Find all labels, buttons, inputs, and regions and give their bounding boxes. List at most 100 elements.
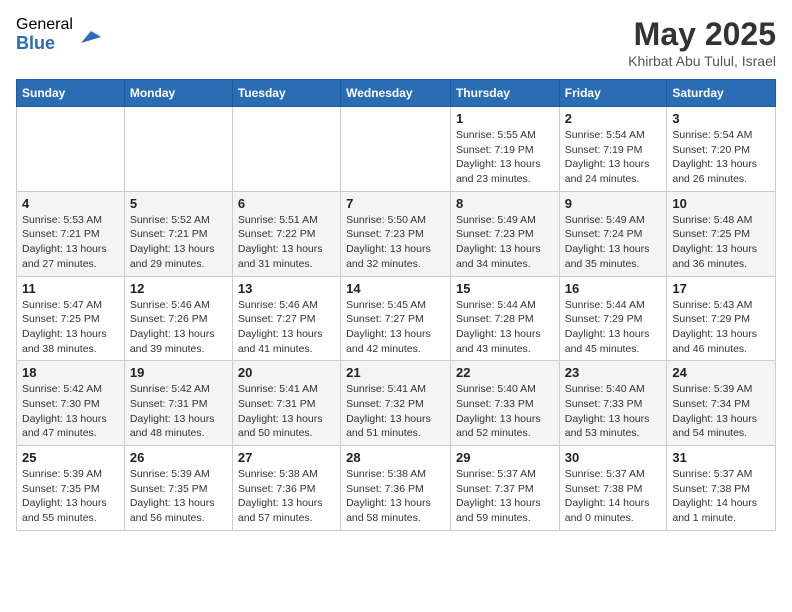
day-number: 8 — [456, 196, 554, 211]
day-number: 28 — [346, 450, 445, 465]
day-number: 15 — [456, 281, 554, 296]
calendar-cell: 10Sunrise: 5:48 AM Sunset: 7:25 PM Dayli… — [667, 191, 776, 276]
day-number: 25 — [22, 450, 119, 465]
day-number: 23 — [565, 365, 662, 380]
day-number: 13 — [238, 281, 335, 296]
calendar-cell: 23 Sunrise: 5:40 AM Sunset: 7:33 PM Dayli… — [559, 361, 667, 446]
calendar-week-row: 11 Sunrise: 5:47 AM Sunset: 7:25 PM Dayli… — [17, 276, 776, 361]
calendar-cell: 7 Sunrise: 5:50 AM Sunset: 7:23 PM Daylig… — [341, 191, 451, 276]
cell-content: Sunrise: 5:39 AM Sunset: 7:35 PM Dayligh… — [130, 467, 227, 526]
calendar-cell: 31 Sunrise: 5:37 AM Sunset: 7:38 PM Dayli… — [667, 446, 776, 531]
day-number: 2 — [565, 111, 662, 126]
calendar-cell: 1 Sunrise: 5:55 AM Sunset: 7:19 PM Daylig… — [450, 107, 559, 192]
cell-content: Sunrise: 5:47 AM Sunset: 7:25 PM Dayligh… — [22, 298, 119, 357]
cell-content: Sunrise: 5:55 AM Sunset: 7:19 PM Dayligh… — [456, 128, 554, 187]
calendar-cell: 30 Sunrise: 5:37 AM Sunset: 7:38 PM Dayli… — [559, 446, 667, 531]
month-title: May 2025 — [628, 16, 776, 53]
logo: General Blue — [16, 16, 101, 53]
day-number: 27 — [238, 450, 335, 465]
cell-content: Sunrise: 5:40 AM Sunset: 7:33 PM Dayligh… — [565, 382, 662, 441]
logo-text: General Blue — [16, 16, 73, 53]
calendar-cell: 9Sunrise: 5:49 AM Sunset: 7:24 PM Daylig… — [559, 191, 667, 276]
cell-content: Sunrise: 5:39 AM Sunset: 7:35 PM Dayligh… — [22, 467, 119, 526]
cell-content: Sunrise: 5:39 AM Sunset: 7:34 PM Dayligh… — [672, 382, 770, 441]
cell-content: Sunrise: 5:53 AM Sunset: 7:21 PM Dayligh… — [22, 213, 119, 272]
day-number: 18 — [22, 365, 119, 380]
day-number: 22 — [456, 365, 554, 380]
logo-blue: Blue — [16, 34, 73, 54]
day-number: 31 — [672, 450, 770, 465]
cell-content: Sunrise: 5:50 AM Sunset: 7:23 PM Dayligh… — [346, 213, 445, 272]
cell-content: Sunrise: 5:52 AM Sunset: 7:21 PM Dayligh… — [130, 213, 227, 272]
day-number: 21 — [346, 365, 445, 380]
cell-content: Sunrise: 5:46 AM Sunset: 7:26 PM Dayligh… — [130, 298, 227, 357]
calendar-cell: 17Sunrise: 5:43 AM Sunset: 7:29 PM Dayli… — [667, 276, 776, 361]
calendar-cell: 8 Sunrise: 5:49 AM Sunset: 7:23 PM Daylig… — [450, 191, 559, 276]
cell-content: Sunrise: 5:44 AM Sunset: 7:28 PM Dayligh… — [456, 298, 554, 357]
cell-content: Sunrise: 5:38 AM Sunset: 7:36 PM Dayligh… — [238, 467, 335, 526]
day-number: 1 — [456, 111, 554, 126]
calendar-cell: 19 Sunrise: 5:42 AM Sunset: 7:31 PM Dayli… — [124, 361, 232, 446]
calendar-cell — [232, 107, 340, 192]
day-number: 7 — [346, 196, 445, 211]
day-number: 5 — [130, 196, 227, 211]
cell-content: Sunrise: 5:41 AM Sunset: 7:32 PM Dayligh… — [346, 382, 445, 441]
cell-content: Sunrise: 5:42 AM Sunset: 7:31 PM Dayligh… — [130, 382, 227, 441]
calendar-cell: 12 Sunrise: 5:46 AM Sunset: 7:26 PM Dayli… — [124, 276, 232, 361]
day-header-sunday: Sunday — [17, 80, 125, 107]
calendar-cell: 22 Sunrise: 5:40 AM Sunset: 7:33 PM Dayli… — [450, 361, 559, 446]
calendar-cell: 3Sunrise: 5:54 AM Sunset: 7:20 PM Daylig… — [667, 107, 776, 192]
day-header-thursday: Thursday — [450, 80, 559, 107]
calendar-cell: 15 Sunrise: 5:44 AM Sunset: 7:28 PM Dayli… — [450, 276, 559, 361]
day-number: 17 — [672, 281, 770, 296]
calendar-week-row: 4Sunrise: 5:53 AM Sunset: 7:21 PM Daylig… — [17, 191, 776, 276]
calendar-cell: 2Sunrise: 5:54 AM Sunset: 7:19 PM Daylig… — [559, 107, 667, 192]
day-number: 19 — [130, 365, 227, 380]
calendar-table: SundayMondayTuesdayWednesdayThursdayFrid… — [16, 79, 776, 531]
day-number: 26 — [130, 450, 227, 465]
cell-content: Sunrise: 5:42 AM Sunset: 7:30 PM Dayligh… — [22, 382, 119, 441]
day-number: 9 — [565, 196, 662, 211]
day-number: 29 — [456, 450, 554, 465]
day-number: 24 — [672, 365, 770, 380]
calendar-cell: 18 Sunrise: 5:42 AM Sunset: 7:30 PM Dayli… — [17, 361, 125, 446]
calendar-cell: 4Sunrise: 5:53 AM Sunset: 7:21 PM Daylig… — [17, 191, 125, 276]
calendar-cell: 29Sunrise: 5:37 AM Sunset: 7:37 PM Dayli… — [450, 446, 559, 531]
calendar-week-row: 1 Sunrise: 5:55 AM Sunset: 7:19 PM Daylig… — [17, 107, 776, 192]
day-number: 30 — [565, 450, 662, 465]
calendar-cell: 26 Sunrise: 5:39 AM Sunset: 7:35 PM Dayli… — [124, 446, 232, 531]
logo-general: General — [16, 16, 73, 34]
title-block: May 2025 Khirbat Abu Tulul, Israel — [628, 16, 776, 69]
logo-icon — [77, 23, 101, 47]
calendar-cell: 14Sunrise: 5:45 AM Sunset: 7:27 PM Dayli… — [341, 276, 451, 361]
calendar-cell: 21 Sunrise: 5:41 AM Sunset: 7:32 PM Dayli… — [341, 361, 451, 446]
calendar-cell: 11 Sunrise: 5:47 AM Sunset: 7:25 PM Dayli… — [17, 276, 125, 361]
calendar-cell: 25 Sunrise: 5:39 AM Sunset: 7:35 PM Dayli… — [17, 446, 125, 531]
cell-content: Sunrise: 5:51 AM Sunset: 7:22 PM Dayligh… — [238, 213, 335, 272]
day-header-wednesday: Wednesday — [341, 80, 451, 107]
day-header-monday: Monday — [124, 80, 232, 107]
day-header-friday: Friday — [559, 80, 667, 107]
calendar-cell: 24 Sunrise: 5:39 AM Sunset: 7:34 PM Dayli… — [667, 361, 776, 446]
calendar-week-row: 18 Sunrise: 5:42 AM Sunset: 7:30 PM Dayli… — [17, 361, 776, 446]
cell-content: Sunrise: 5:37 AM Sunset: 7:38 PM Dayligh… — [672, 467, 770, 526]
calendar-cell: 27 Sunrise: 5:38 AM Sunset: 7:36 PM Dayli… — [232, 446, 340, 531]
calendar-cell: 28 Sunrise: 5:38 AM Sunset: 7:36 PM Dayli… — [341, 446, 451, 531]
calendar-cell — [124, 107, 232, 192]
day-number: 6 — [238, 196, 335, 211]
calendar-cell: 20Sunrise: 5:41 AM Sunset: 7:31 PM Dayli… — [232, 361, 340, 446]
day-number: 20 — [238, 365, 335, 380]
day-number: 12 — [130, 281, 227, 296]
calendar-week-row: 25 Sunrise: 5:39 AM Sunset: 7:35 PM Dayli… — [17, 446, 776, 531]
day-header-tuesday: Tuesday — [232, 80, 340, 107]
cell-content: Sunrise: 5:49 AM Sunset: 7:23 PM Dayligh… — [456, 213, 554, 272]
calendar-cell — [341, 107, 451, 192]
cell-content: Sunrise: 5:54 AM Sunset: 7:20 PM Dayligh… — [672, 128, 770, 187]
calendar-header-row: SundayMondayTuesdayWednesdayThursdayFrid… — [17, 80, 776, 107]
day-number: 11 — [22, 281, 119, 296]
cell-content: Sunrise: 5:37 AM Sunset: 7:38 PM Dayligh… — [565, 467, 662, 526]
cell-content: Sunrise: 5:45 AM Sunset: 7:27 PM Dayligh… — [346, 298, 445, 357]
page-header: General Blue May 2025 Khirbat Abu Tulul,… — [16, 16, 776, 69]
cell-content: Sunrise: 5:38 AM Sunset: 7:36 PM Dayligh… — [346, 467, 445, 526]
cell-content: Sunrise: 5:40 AM Sunset: 7:33 PM Dayligh… — [456, 382, 554, 441]
